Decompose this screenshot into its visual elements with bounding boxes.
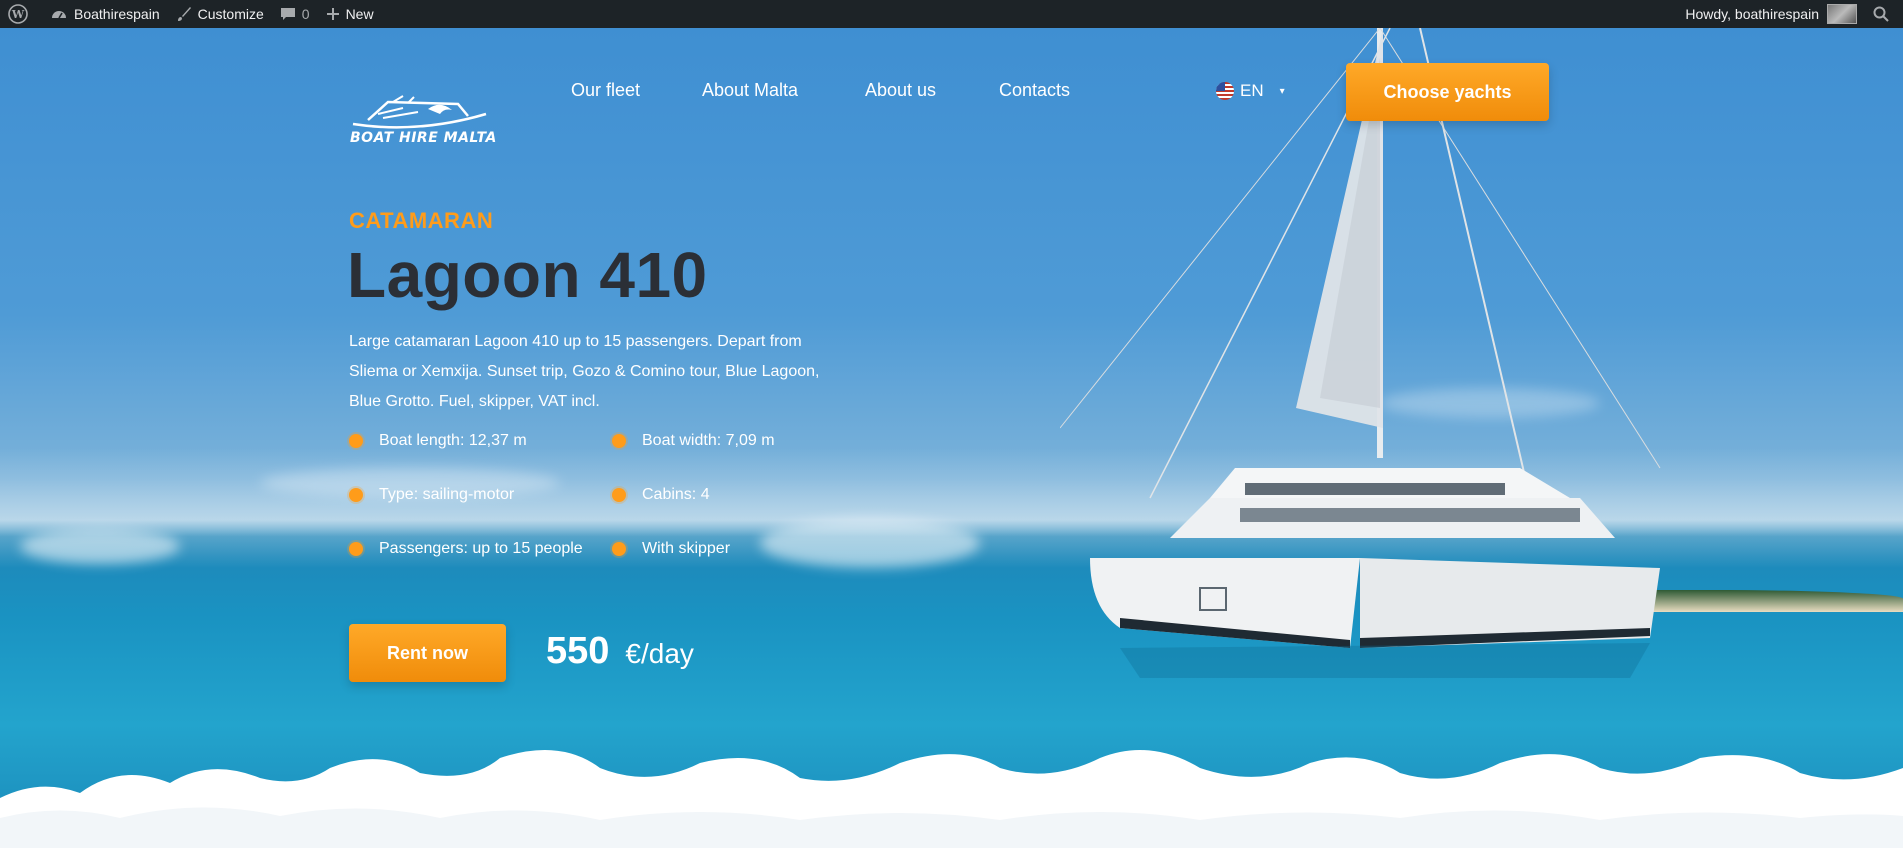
new-label: New (345, 6, 374, 22)
spec-item: Boat length: 12,37 m (349, 432, 527, 450)
comments-count: 0 (301, 6, 310, 22)
spec-item: With skipper (612, 540, 730, 558)
customize-label: Customize (197, 6, 264, 22)
comment-icon (280, 8, 295, 20)
nav-contacts[interactable]: Contacts (999, 80, 1070, 101)
site-name-link[interactable]: Boathirespain (42, 0, 168, 28)
language-label: EN (1240, 81, 1264, 100)
boat-logo-icon (352, 95, 487, 129)
foam-decoration (0, 750, 1903, 848)
rent-now-button[interactable]: Rent now (349, 624, 506, 682)
catamaran-image (1060, 28, 1661, 678)
bullet-dot (349, 542, 363, 556)
svg-text:W: W (11, 8, 25, 21)
bullet-dot (349, 488, 363, 502)
wp-admin-bar: W Boathirespain Customize 0 New Howdy, b… (0, 0, 1903, 28)
choose-yachts-button[interactable]: Choose yachts (1346, 63, 1549, 121)
category-label: CATAMARAN (349, 208, 494, 233)
product-title: Lagoon 410 (347, 239, 708, 311)
nav-about-malta[interactable]: About Malta (702, 80, 798, 101)
search-icon (1873, 6, 1889, 22)
avatar (1827, 4, 1857, 24)
plus-icon (326, 8, 339, 20)
customize-link[interactable]: Customize (168, 0, 272, 28)
nav-our-fleet[interactable]: Our fleet (571, 80, 640, 101)
spec-text: Boat width: 7,09 m (642, 432, 775, 449)
spec-text: Passengers: up to 15 people (379, 540, 583, 557)
my-account-link[interactable]: Howdy, boathirespain (1677, 0, 1865, 28)
product-description: Large catamaran Lagoon 410 up to 15 pass… (349, 333, 820, 410)
spec-item: Type: sailing-motor (349, 486, 514, 504)
howdy-label: Howdy, boathirespain (1685, 6, 1819, 22)
spec-text: Type: sailing-motor (379, 486, 515, 503)
bullet-dot (349, 434, 363, 448)
price: 550 €/day (546, 630, 694, 673)
spec-text: With skipper (642, 540, 731, 557)
bullet-dot (612, 488, 626, 502)
spec-item: Boat width: 7,09 m (612, 432, 775, 450)
bullet-dot (612, 434, 626, 448)
language-switcher[interactable]: EN ▾ (1216, 81, 1285, 101)
spec-item: Passengers: up to 15 people (349, 540, 583, 558)
site-name-label: Boathirespain (74, 6, 160, 22)
bullet-dot (612, 542, 626, 556)
brush-icon (177, 7, 191, 21)
us-flag-icon (1216, 82, 1234, 100)
new-content-link[interactable]: New (318, 0, 382, 28)
logo-text: BOAT HIRE MALTA (350, 130, 497, 146)
nav-about-us[interactable]: About us (865, 80, 936, 101)
dashboard-icon (52, 11, 66, 19)
site-logo[interactable]: BOAT HIRE MALTA (348, 94, 496, 146)
price-value: 550 (546, 630, 610, 672)
price-unit: €/day (625, 638, 694, 669)
spec-text: Boat length: 12,37 m (379, 432, 527, 449)
wordpress-logo-icon[interactable]: W (0, 0, 42, 28)
chevron-down-icon: ▾ (1279, 85, 1285, 97)
spec-text: Cabins: 4 (642, 486, 710, 503)
admin-search-button[interactable] (1865, 0, 1903, 28)
spec-item: Cabins: 4 (612, 486, 710, 504)
hero-section: BOAT HIRE MALTA Our fleet About Malta Ab… (0, 28, 1903, 848)
comments-link[interactable]: 0 (272, 0, 318, 28)
